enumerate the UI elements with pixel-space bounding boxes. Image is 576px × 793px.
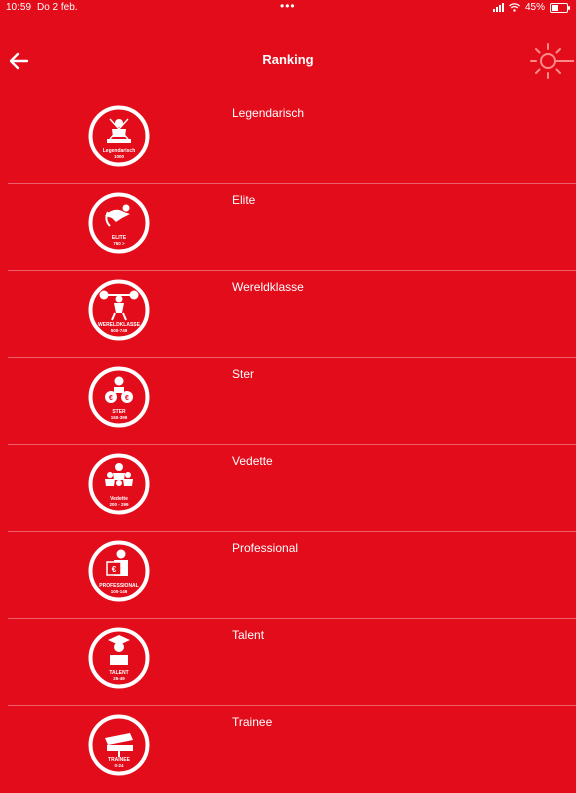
rank-label: Ster — [232, 367, 255, 381]
badge-range: 500-749 — [111, 328, 128, 333]
status-date: Do 2 feb. — [37, 2, 78, 13]
multitasking-dots-icon[interactable]: ••• — [280, 0, 296, 13]
ranking-list: Legendarisch 1000 Legendarisch ELITE 750 > El… — [0, 97, 576, 793]
rank-row-legendarisch[interactable]: Legendarisch 1000 Legendarisch — [0, 97, 576, 184]
rank-badge-icon: TRAINEE0-24 — [88, 714, 150, 776]
navigation-bar: Ranking — [0, 36, 576, 86]
rank-label: Legendarisch — [232, 106, 305, 120]
rank-badge-icon: ELITE750 > — [88, 192, 150, 254]
rank-label: Trainee — [232, 715, 273, 729]
rank-label: Elite — [232, 193, 256, 207]
rank-badge-icon: €PROFESSIONAL100-149 — [88, 540, 150, 602]
rank-row-vedette[interactable]: Vedette 200 - 299 Vedette — [0, 445, 576, 532]
svg-text:€: € — [109, 395, 113, 402]
rank-row-professional[interactable]: € PROFESSIONAL 100-149 Professional — [0, 532, 576, 619]
status-bar: 10:59 Do 2 feb. ••• 45% — [0, 0, 576, 16]
rank-badge-icon: TALENT25-49 — [88, 627, 150, 689]
rank-badge-icon: Legendarisch1000 — [88, 105, 150, 167]
badge-range: 200 - 299 — [109, 502, 129, 507]
badge-range: 0-24 — [114, 763, 124, 768]
badge-range: 1000 — [114, 154, 125, 159]
rank-row-ster[interactable]: € € STER 150-399 Ster — [0, 358, 576, 445]
rank-row-wereldklasse[interactable]: WERELDKLASSE 500-749 Wereldklasse — [0, 271, 576, 358]
svg-text:€: € — [125, 395, 129, 402]
battery-percent: 45% — [524, 2, 545, 13]
badge-range: 750 > — [113, 241, 125, 246]
rank-badge-icon: WERELDKLASSE500-749 — [88, 279, 150, 341]
rank-badge-icon: Vedette200 - 299 — [88, 453, 150, 515]
badge-range: 25-49 — [113, 676, 125, 681]
battery-icon — [550, 2, 570, 13]
rank-label: Wereldklasse — [232, 280, 304, 294]
wifi-icon — [509, 3, 520, 12]
rank-row-elite[interactable]: ELITE 750 > Elite — [0, 184, 576, 271]
badge-range: 150-399 — [111, 415, 128, 420]
rank-label: Professional — [232, 541, 299, 555]
badge-range: 100-149 — [111, 589, 128, 594]
rank-row-talent[interactable]: TALENT 25-49 Talent — [0, 619, 576, 706]
sun-icon[interactable] — [528, 38, 574, 84]
page-title: Ranking — [262, 52, 314, 67]
status-right: 45% — [492, 2, 570, 13]
cellular-signal-icon — [492, 3, 504, 12]
rank-label: Talent — [232, 628, 265, 642]
rank-badge-icon: € €STER150-399 — [88, 366, 150, 428]
rank-label: Vedette — [232, 454, 273, 468]
svg-text:€: € — [112, 565, 117, 574]
status-time: 10:59 — [6, 2, 32, 13]
rank-row-trainee[interactable]: TRAINEE 0-24 Trainee — [0, 706, 576, 793]
